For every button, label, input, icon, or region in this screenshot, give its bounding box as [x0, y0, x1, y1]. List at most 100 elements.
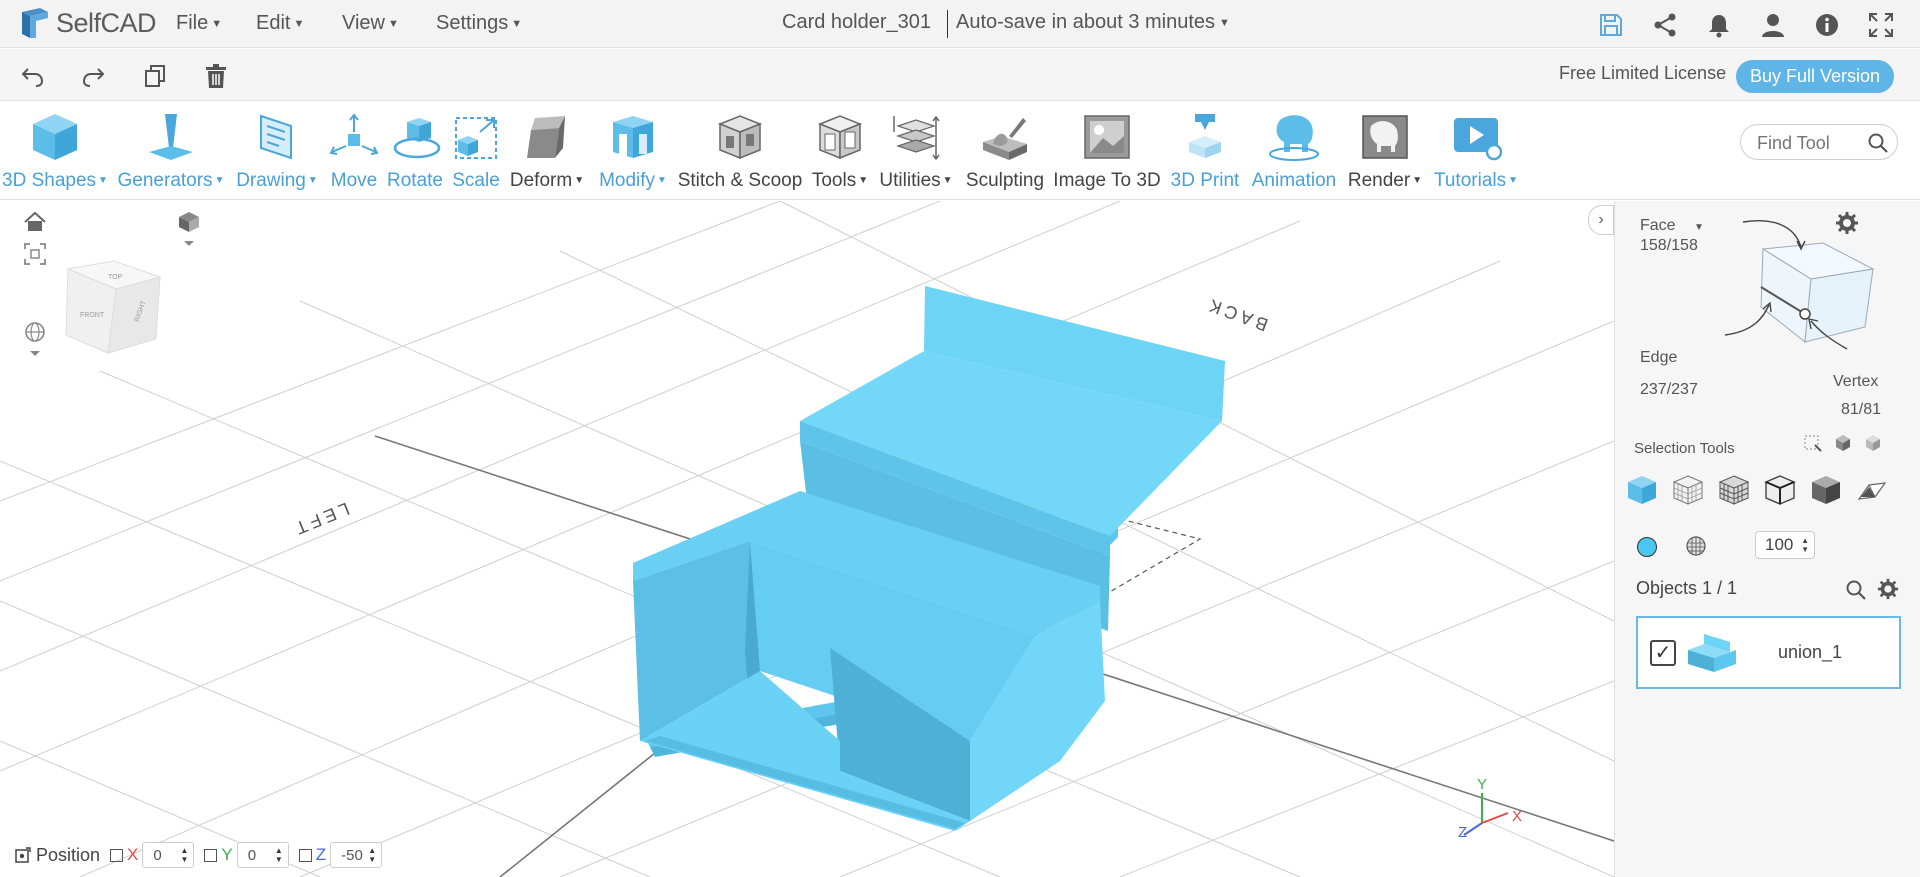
image-to-3d-icon — [1084, 115, 1130, 159]
select-plane-icon[interactable] — [1855, 473, 1889, 507]
select-solid-icon[interactable] — [1809, 473, 1843, 507]
lock-z-checkbox[interactable] — [298, 848, 312, 862]
modify-icon — [613, 116, 653, 158]
selection-mode-diagram — [1724, 220, 1875, 350]
autosave-dropdown[interactable]: Auto-save in about 3 minutes ▼ — [956, 11, 1230, 34]
select-edges-grid-icon[interactable] — [1717, 473, 1751, 507]
object-list-item[interactable]: ✓ union_1 — [1636, 616, 1901, 689]
undo-icon[interactable] — [20, 63, 46, 89]
deform-icon — [527, 116, 565, 158]
main-toolbar: 3D Shapes ▼ Generators ▼ Drawing ▼ Move Rot… — [0, 102, 1920, 200]
redo-icon[interactable] — [80, 63, 106, 89]
generators-icon — [149, 114, 193, 160]
object-visibility-checkbox[interactable]: ✓ — [1650, 640, 1676, 666]
box-select-icon[interactable] — [1803, 433, 1823, 453]
view-cube[interactable]: TOP FRONT RIGHT — [20, 259, 190, 549]
tool-3d-shapes[interactable]: 3D Shapes ▼ — [0, 102, 110, 200]
view-cube-top[interactable]: TOP — [108, 274, 123, 281]
opacity-input[interactable]: 100 ▲ ▼ — [1755, 531, 1815, 559]
selection-tools-label: Selection Tools — [1634, 440, 1735, 457]
tool-render[interactable]: Render ▼ — [1342, 102, 1428, 200]
object-thumbnail — [1688, 634, 1736, 672]
find-tool-input[interactable] — [1757, 131, 1867, 155]
select-visible-icon[interactable] — [1863, 433, 1883, 453]
buy-full-version-button[interactable]: Buy Full Version — [1736, 60, 1894, 93]
user-account-icon[interactable] — [1760, 12, 1786, 38]
tool-stitch-scoop[interactable]: Stitch & Scoop — [676, 102, 804, 200]
view-cube-front[interactable]: FRONT — [80, 312, 105, 319]
tool-image-to-3d[interactable]: Image To 3D — [1052, 102, 1162, 200]
lock-y-checkbox[interactable] — [204, 848, 218, 862]
utilities-icon — [893, 115, 940, 161]
save-icon[interactable] — [1598, 12, 1624, 38]
edge-count: 237/237 — [1640, 381, 1698, 398]
menu-settings[interactable]: Settings ▼ — [436, 12, 522, 35]
stitch-scoop-icon — [717, 115, 763, 160]
document-title[interactable]: Card holder_301 — [782, 11, 931, 34]
axis-x-label: X — [1512, 808, 1522, 825]
tool-generators[interactable]: Generators ▼ — [112, 102, 230, 200]
sculpting-icon — [983, 118, 1027, 160]
render-icon — [1362, 115, 1408, 159]
position-x-input[interactable]: 0 ▲ ▼ — [142, 842, 195, 868]
3d-printer-icon — [1189, 114, 1221, 158]
tool-animation[interactable]: Animation — [1248, 102, 1340, 200]
vertex-label: Vertex — [1833, 373, 1879, 390]
app-name: SelfCAD — [56, 7, 157, 38]
tool-utilities[interactable]: Utilities ▼ — [874, 102, 958, 200]
app-logo[interactable]: SelfCAD — [18, 6, 157, 40]
position-bar: Position X 0 ▲ ▼ Y 0 ▲ ▼ Z -50 ▲ ▼ — [14, 841, 383, 869]
selfcad-logo-icon — [22, 8, 48, 38]
delete-trash-icon[interactable] — [203, 63, 229, 89]
perspective-globe-icon[interactable] — [22, 321, 48, 361]
z-axis-label: Z — [315, 845, 327, 864]
tool-deform[interactable]: Deform ▼ — [506, 102, 588, 200]
tool-modify[interactable]: Modify ▼ — [590, 102, 676, 200]
home-view-icon[interactable] — [22, 209, 48, 235]
menu-view[interactable]: View ▼ — [342, 12, 399, 35]
share-icon[interactable] — [1652, 12, 1678, 38]
rotate-icon — [393, 118, 441, 159]
position-y-input[interactable]: 0 ▲ ▼ — [236, 842, 289, 868]
tool-scale[interactable]: Scale — [446, 102, 506, 200]
license-status: Free Limited License — [1559, 63, 1727, 83]
search-icon[interactable] — [1867, 132, 1889, 154]
animation-elephant-icon — [1269, 115, 1319, 161]
axis-y-label: Y — [1477, 776, 1487, 793]
tool-rotate[interactable]: Rotate — [386, 102, 444, 200]
select-object-cube-icon[interactable] — [1625, 473, 1659, 507]
fullscreen-icon[interactable] — [1868, 12, 1894, 38]
tool-sculpting[interactable]: Sculpting — [960, 102, 1050, 200]
select-vertices-icon[interactable] — [1763, 473, 1797, 507]
position-label: Position — [36, 844, 101, 865]
scene-canvas[interactable]: LEFT BACK Y X Z — [0, 201, 1614, 877]
tool-tutorials[interactable]: Tutorials ▼ — [1428, 102, 1524, 200]
lock-x-checkbox[interactable] — [110, 848, 124, 862]
drawing-icon — [260, 114, 292, 160]
notifications-bell-icon[interactable] — [1706, 12, 1732, 38]
view-mode-icon[interactable] — [176, 209, 202, 249]
object-color-swatch[interactable] — [1637, 537, 1657, 557]
tool-drawing[interactable]: Drawing ▼ — [232, 102, 322, 200]
menu-file[interactable]: File ▼ — [176, 12, 222, 35]
position-z-input[interactable]: -50 ▲ ▼ — [330, 842, 383, 868]
tools-box-icon — [817, 115, 863, 160]
duplicate-icon[interactable] — [142, 63, 168, 89]
3d-viewport[interactable]: LEFT BACK Y X Z TOP FRONT RIGHT Position… — [0, 201, 1614, 877]
objects-settings-gear-icon[interactable] — [1877, 578, 1899, 600]
info-icon[interactable] — [1814, 12, 1840, 38]
select-faces-mesh-icon[interactable] — [1671, 473, 1705, 507]
find-tool-search[interactable] — [1740, 124, 1898, 160]
object-name: union_1 — [1778, 642, 1843, 662]
objects-search-icon[interactable] — [1845, 579, 1867, 601]
tool-move[interactable]: Move — [322, 102, 386, 200]
vertex-count: 81/81 — [1841, 401, 1882, 418]
material-texture-icon[interactable] — [1685, 535, 1707, 557]
tool-tools[interactable]: Tools ▼ — [806, 102, 874, 200]
menu-edit[interactable]: Edit ▼ — [256, 12, 304, 35]
tool-3d-print[interactable]: 3D Print — [1164, 102, 1246, 200]
select-through-icon[interactable] — [1833, 433, 1853, 453]
axes-gizmo: Y X Z — [1458, 776, 1522, 841]
edit-bar: Free Limited License Buy Full Version — [0, 49, 1920, 101]
panel-collapse-button[interactable]: › — [1588, 205, 1614, 235]
